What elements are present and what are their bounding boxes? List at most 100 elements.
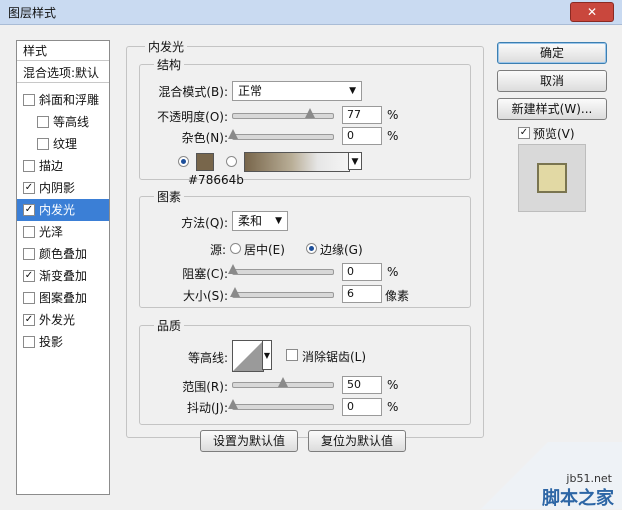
gradient-radio[interactable]: [226, 156, 237, 167]
style-item-bevel-emboss[interactable]: 斜面和浮雕: [17, 89, 109, 111]
layer-style-dialog: 图层样式 ✕ 样式 混合选项:默认 斜面和浮雕 等高线 纹理 描边 ✓ 内阴影 ✓…: [0, 0, 622, 509]
noise-slider-thumb[interactable]: [228, 129, 238, 139]
reset-default-button[interactable]: 复位为默认值: [308, 430, 406, 452]
method-dropdown[interactable]: 柔和 ▼: [232, 211, 288, 231]
opacity-slider[interactable]: [232, 108, 334, 119]
quality-label: 品质: [154, 317, 185, 334]
size-input[interactable]: 6: [342, 285, 382, 303]
jitter-slider[interactable]: [228, 399, 334, 410]
size-label: 大小(S):: [182, 289, 228, 303]
chevron-down-icon: ▼: [275, 216, 282, 226]
choke-input[interactable]: 0: [342, 263, 382, 281]
noise-input[interactable]: 0: [342, 127, 382, 145]
glow-color-swatch[interactable]: [196, 153, 214, 171]
preview-checkbox[interactable]: ✓: [518, 127, 530, 139]
style-preview: [518, 144, 586, 212]
size-slider[interactable]: [230, 287, 334, 298]
blend-mode-dropdown[interactable]: 正常 ▼: [232, 81, 362, 101]
contour-checkbox[interactable]: [37, 116, 49, 128]
source-label: 源:: [209, 243, 226, 257]
gradient-picker[interactable]: [244, 152, 350, 172]
inner-shadow-checkbox[interactable]: ✓: [23, 182, 35, 194]
bevel-checkbox[interactable]: [23, 94, 35, 106]
range-input[interactable]: 50: [342, 376, 382, 394]
watermark-name: 脚本之家: [542, 488, 614, 509]
new-style-button[interactable]: 新建样式(W)...: [497, 98, 607, 120]
elements-label: 图素: [154, 188, 185, 205]
preview-label[interactable]: 预览(V): [533, 125, 575, 142]
style-item-texture[interactable]: 纹理: [17, 133, 109, 155]
style-item-gradient-overlay[interactable]: ✓ 渐变叠加: [17, 265, 109, 287]
pattern-overlay-checkbox[interactable]: [23, 292, 35, 304]
chevron-down-icon: ▼: [349, 86, 356, 96]
opacity-input[interactable]: 77: [342, 106, 382, 124]
ok-button[interactable]: 确定: [497, 42, 607, 64]
title-bar: 图层样式 ✕: [0, 0, 622, 25]
source-center-label[interactable]: 居中(E): [244, 241, 285, 258]
jitter-slider-thumb[interactable]: [228, 399, 238, 409]
choke-slider[interactable]: [228, 264, 334, 275]
source-center-radio[interactable]: [230, 243, 241, 254]
contour-preview[interactable]: [232, 340, 264, 372]
source-edge-label[interactable]: 边缘(G): [320, 241, 363, 258]
make-default-button[interactable]: 设置为默认值: [200, 430, 298, 452]
inner-glow-checkbox[interactable]: ✓: [23, 204, 35, 216]
style-item-inner-shadow[interactable]: ✓ 内阴影: [17, 177, 109, 199]
choke-unit: %: [387, 265, 399, 279]
texture-checkbox[interactable]: [37, 138, 49, 150]
gradient-overlay-checkbox[interactable]: ✓: [23, 270, 35, 282]
window-title: 图层样式: [8, 6, 57, 20]
range-slider-thumb[interactable]: [278, 377, 288, 387]
chevron-down-icon: ▼: [263, 351, 271, 360]
style-item-drop-shadow[interactable]: 投影: [17, 331, 109, 353]
blend-options-item[interactable]: 混合选项:默认: [17, 63, 109, 83]
outer-glow-checkbox[interactable]: ✓: [23, 314, 35, 326]
noise-slider[interactable]: [228, 129, 334, 140]
jitter-label: 抖动(J):: [187, 401, 228, 415]
range-slider[interactable]: [232, 377, 334, 388]
styles-header[interactable]: 样式: [17, 41, 109, 61]
styles-list: 样式 混合选项:默认 斜面和浮雕 等高线 纹理 描边 ✓ 内阴影 ✓ 内发光 光泽 …: [16, 40, 110, 495]
preview-swatch: [537, 163, 567, 193]
watermark: jb51.net 脚本之家: [452, 442, 622, 509]
noise-label: 杂色(N):: [181, 131, 228, 145]
range-label: 范围(R):: [182, 380, 228, 394]
contour-curve-icon: [233, 341, 263, 371]
jitter-input[interactable]: 0: [342, 398, 382, 416]
style-item-color-overlay[interactable]: 颜色叠加: [17, 243, 109, 265]
size-unit: 像素: [385, 289, 410, 303]
style-item-satin[interactable]: 光泽: [17, 221, 109, 243]
style-item-pattern-overlay[interactable]: 图案叠加: [17, 287, 109, 309]
color-hex-text: #78664b: [188, 173, 244, 187]
style-item-outer-glow[interactable]: ✓ 外发光: [17, 309, 109, 331]
size-slider-thumb[interactable]: [230, 287, 241, 297]
antialias-label[interactable]: 消除锯齿(L): [302, 348, 366, 365]
opacity-label: 不透明度(O):: [157, 110, 228, 124]
chevron-down-icon: ▼: [351, 157, 359, 167]
color-overlay-checkbox[interactable]: [23, 248, 35, 260]
stroke-checkbox[interactable]: [23, 160, 35, 172]
opacity-unit: %: [387, 108, 399, 122]
structure-label: 结构: [154, 56, 185, 73]
panel-title: 内发光: [145, 38, 188, 55]
source-edge-radio[interactable]: [306, 243, 317, 254]
contour-dropdown-arrow[interactable]: ▼: [262, 340, 272, 370]
noise-unit: %: [387, 129, 399, 143]
blend-mode-label: 混合模式(B):: [158, 85, 228, 99]
solid-color-radio[interactable]: [178, 156, 189, 167]
choke-slider-thumb[interactable]: [228, 264, 238, 274]
range-unit: %: [387, 378, 399, 392]
drop-shadow-checkbox[interactable]: [23, 336, 35, 348]
contour-label: 等高线:: [187, 351, 228, 365]
style-item-contour[interactable]: 等高线: [17, 111, 109, 133]
opacity-slider-thumb[interactable]: [305, 108, 315, 118]
gradient-dropdown-arrow[interactable]: ▼: [348, 152, 362, 170]
style-item-stroke[interactable]: 描边: [17, 155, 109, 177]
close-button[interactable]: ✕: [570, 2, 614, 22]
style-item-inner-glow[interactable]: ✓ 内发光: [17, 199, 109, 221]
satin-checkbox[interactable]: [23, 226, 35, 238]
cancel-button[interactable]: 取消: [497, 70, 607, 92]
jitter-unit: %: [387, 400, 399, 414]
method-label: 方法(Q):: [181, 216, 228, 230]
antialias-checkbox[interactable]: [286, 349, 298, 361]
